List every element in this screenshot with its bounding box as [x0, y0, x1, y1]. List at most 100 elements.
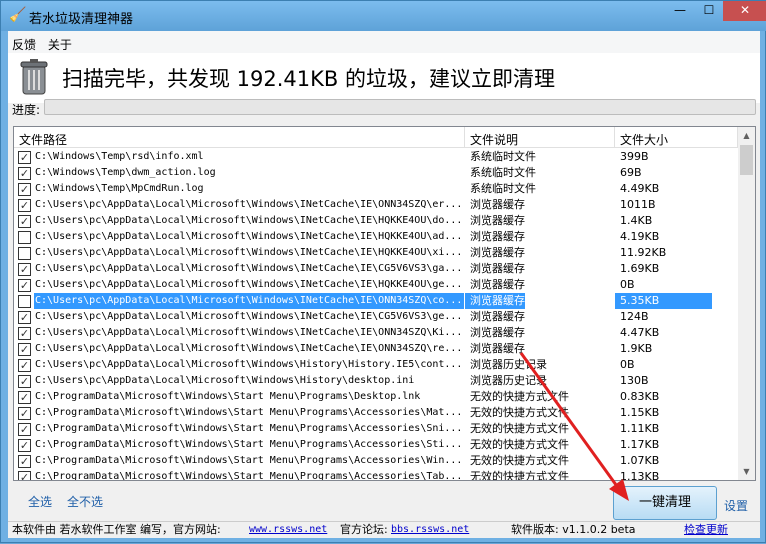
table-row[interactable]: ✓ C:\Users\pc\AppData\Local\Microsoft\Wi… [14, 325, 738, 341]
file-path: C:\ProgramData\Microsoft\Windows\Start M… [35, 471, 463, 481]
close-button[interactable]: ✕ [723, 1, 766, 21]
scroll-down-icon[interactable]: ▼ [738, 463, 755, 480]
file-desc: 浏览器缓存 [470, 278, 525, 291]
file-desc: 浏览器缓存 [470, 310, 525, 323]
column-header-desc[interactable]: 文件说明 [465, 127, 615, 148]
file-size: 1.11KB [620, 422, 660, 435]
file-path: C:\Users\pc\AppData\Local\Microsoft\Wind… [35, 327, 463, 338]
file-size: 1.07KB [620, 454, 660, 467]
file-desc: 无效的快捷方式文件 [470, 454, 569, 467]
file-size: 1.69KB [620, 262, 660, 275]
row-checkbox[interactable]: ✓ [18, 151, 31, 164]
table-header: 文件路径 文件说明 文件大小 [14, 127, 738, 148]
author-text: 本软件由 若水软件工作室 编写，官方网站: [12, 523, 221, 536]
row-checkbox[interactable]: ✓ [18, 455, 31, 468]
table-row[interactable]: C:\Users\pc\AppData\Local\Microsoft\Wind… [14, 229, 738, 245]
check-update-link[interactable]: 检查更新 [684, 522, 728, 538]
file-path: C:\Users\pc\AppData\Local\Microsoft\Wind… [35, 215, 463, 226]
select-all-link[interactable]: 全选 [28, 493, 52, 510]
file-size: 0B [620, 278, 635, 291]
table-row[interactable]: ✓ C:\Windows\Temp\rsd\info.xml 系统临时文件 39… [14, 149, 738, 165]
row-checkbox[interactable] [18, 231, 31, 244]
table-row[interactable]: ✓ C:\Users\pc\AppData\Local\Microsoft\Wi… [14, 277, 738, 293]
row-checkbox[interactable]: ✓ [18, 327, 31, 340]
table-row[interactable]: ✓ C:\Users\pc\AppData\Local\Microsoft\Wi… [14, 309, 738, 325]
title-bar: 🧹 若水垃圾清理神器 — ☐ ✕ [1, 1, 766, 31]
row-checkbox[interactable]: ✓ [18, 199, 31, 212]
scroll-up-icon[interactable]: ▲ [738, 127, 755, 144]
row-checkbox[interactable]: ✓ [18, 423, 31, 436]
file-desc: 无效的快捷方式文件 [470, 422, 569, 435]
file-desc: 浏览器缓存 [470, 342, 525, 355]
file-size: 0B [620, 358, 635, 371]
menu-feedback[interactable]: 反馈 [8, 31, 40, 53]
row-checkbox[interactable]: ✓ [18, 471, 31, 480]
file-desc: 浏览器缓存 [470, 198, 525, 211]
table-row[interactable]: ✓ C:\Users\pc\AppData\Local\Microsoft\Wi… [14, 197, 738, 213]
row-checkbox[interactable]: ✓ [18, 311, 31, 324]
table-row[interactable]: ✓ C:\Users\pc\AppData\Local\Microsoft\Wi… [14, 213, 738, 229]
row-checkbox[interactable]: ✓ [18, 279, 31, 292]
file-size: 4.19KB [620, 230, 660, 243]
table-row[interactable]: ✓ C:\Users\pc\AppData\Local\Microsoft\Wi… [14, 341, 738, 357]
column-header-path[interactable]: 文件路径 [14, 127, 465, 148]
row-checkbox[interactable] [18, 247, 31, 260]
table-row[interactable]: ✓ C:\Users\pc\AppData\Local\Microsoft\Wi… [14, 357, 738, 373]
table-row[interactable]: ✓ C:\Users\pc\AppData\Local\Microsoft\Wi… [14, 261, 738, 277]
table-row[interactable]: C:\Users\pc\AppData\Local\Microsoft\Wind… [14, 245, 738, 261]
table-row[interactable]: ✓ C:\ProgramData\Microsoft\Windows\Start… [14, 389, 738, 405]
vertical-scrollbar[interactable]: ▲ ▼ [738, 127, 755, 480]
row-checkbox[interactable]: ✓ [18, 359, 31, 372]
file-desc: 浏览器缓存 [470, 262, 525, 275]
row-checkbox[interactable]: ✓ [18, 263, 31, 276]
table-row[interactable]: ✓ C:\Windows\Temp\MpCmdRun.log 系统临时文件 4.… [14, 181, 738, 197]
row-checkbox[interactable]: ✓ [18, 407, 31, 420]
progress-bar [44, 99, 756, 115]
file-list: 文件路径 文件说明 文件大小 ✓ C:\Windows\Temp\rsd\inf… [13, 126, 756, 481]
row-checkbox[interactable]: ✓ [18, 167, 31, 180]
row-checkbox[interactable]: ✓ [18, 439, 31, 452]
row-checkbox[interactable]: ✓ [18, 343, 31, 356]
row-checkbox[interactable]: ✓ [18, 215, 31, 228]
table-row[interactable]: C:\Users\pc\AppData\Local\Microsoft\Wind… [14, 293, 738, 309]
file-path: C:\ProgramData\Microsoft\Windows\Start M… [35, 423, 463, 434]
file-path: C:\Users\pc\AppData\Local\Microsoft\Wind… [35, 231, 463, 242]
table-row[interactable]: ✓ C:\ProgramData\Microsoft\Windows\Start… [14, 405, 738, 421]
file-path: C:\Users\pc\AppData\Local\Microsoft\Wind… [34, 293, 464, 309]
file-desc: 浏览器缓存 [470, 326, 525, 339]
file-size: 1.13KB [620, 470, 660, 481]
file-path: C:\Users\pc\AppData\Local\Microsoft\Wind… [35, 199, 463, 210]
file-desc: 无效的快捷方式文件 [470, 406, 569, 419]
file-size: 399B [620, 150, 649, 163]
row-checkbox[interactable]: ✓ [18, 391, 31, 404]
table-row[interactable]: ✓ C:\ProgramData\Microsoft\Windows\Start… [14, 453, 738, 469]
scrollbar-thumb[interactable] [740, 145, 753, 175]
one-click-clean-button[interactable]: 一键清理 [613, 486, 717, 520]
website-link[interactable]: www.rssws.net [249, 522, 327, 538]
table-row[interactable]: ✓ C:\Users\pc\AppData\Local\Microsoft\Wi… [14, 373, 738, 389]
column-header-size[interactable]: 文件大小 [615, 127, 738, 148]
select-none-link[interactable]: 全不选 [67, 493, 103, 510]
file-size: 4.47KB [620, 326, 660, 339]
minimize-button[interactable]: — [666, 1, 694, 21]
menu-bar: 反馈 关于 [8, 31, 760, 53]
forum-link[interactable]: bbs.rssws.net [391, 522, 469, 538]
table-row[interactable]: ✓ C:\Windows\Temp\dwm_action.log 系统临时文件 … [14, 165, 738, 181]
file-desc: 系统临时文件 [470, 150, 536, 163]
table-row[interactable]: ✓ C:\ProgramData\Microsoft\Windows\Start… [14, 421, 738, 437]
file-path: C:\Users\pc\AppData\Local\Microsoft\Wind… [35, 279, 463, 290]
file-desc: 系统临时文件 [470, 166, 536, 179]
maximize-button[interactable]: ☐ [695, 1, 723, 21]
row-checkbox[interactable] [18, 295, 31, 308]
table-row[interactable]: ✓ C:\ProgramData\Microsoft\Windows\Start… [14, 437, 738, 453]
row-checkbox[interactable]: ✓ [18, 183, 31, 196]
file-desc: 浏览器历史记录 [470, 358, 547, 371]
menu-about[interactable]: 关于 [44, 31, 76, 53]
table-row[interactable]: ✓ C:\ProgramData\Microsoft\Windows\Start… [14, 469, 738, 481]
row-checkbox[interactable]: ✓ [18, 375, 31, 388]
file-size: 1.17KB [620, 438, 660, 451]
file-path: C:\Users\pc\AppData\Local\Microsoft\Wind… [35, 263, 463, 274]
settings-link[interactable]: 设置 [724, 497, 748, 514]
status-bar: 本软件由 若水软件工作室 编写，官方网站: www.rssws.net 官方论坛… [8, 521, 760, 538]
file-path: C:\ProgramData\Microsoft\Windows\Start M… [35, 439, 463, 450]
